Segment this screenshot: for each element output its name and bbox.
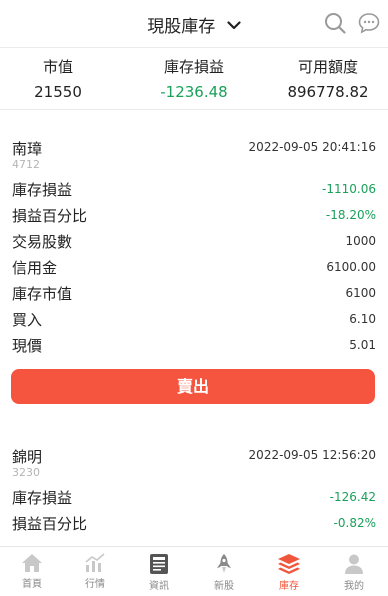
summary-value: -1236.48 [160, 83, 228, 101]
holding-row: 損益百分比 -18.20% [0, 202, 388, 228]
holding-row: 庫存損益 -1110.06 [0, 176, 388, 202]
holding-header: 錦明 3230 2022-09-05 12:56:20 [0, 446, 388, 484]
holding-row: 庫存市值 6100 [0, 280, 388, 306]
trade-time: 2022-09-05 20:41:16 [248, 140, 376, 154]
news-icon [150, 554, 168, 574]
tab-label: 新股 [214, 581, 234, 592]
chart-icon [85, 553, 105, 572]
row-value: -18.20% [325, 208, 376, 222]
holding-card: 錦明 3230 2022-09-05 12:56:20 庫存損益 -126.42… [0, 446, 388, 536]
user-icon [345, 554, 363, 574]
row-value: 6100 [345, 286, 376, 300]
row-label: 信用金 [12, 259, 58, 277]
row-value: 5.01 [349, 338, 376, 352]
tab-ipo[interactable]: 新股 [193, 547, 255, 596]
tab-label: 庫存 [279, 581, 299, 592]
stock-name: 南璋 [12, 140, 43, 158]
layers-icon [278, 554, 300, 574]
holding-card: 南璋 4712 2022-09-05 20:41:16 庫存損益 -1110.0… [0, 138, 388, 358]
row-label: 損益百分比 [12, 515, 88, 533]
trade-time: 2022-09-05 12:56:20 [248, 448, 376, 462]
holding-row: 損益百分比 -0.82% [0, 510, 388, 536]
sell-button[interactable]: 賣出 [11, 369, 375, 404]
holding-row: 庫存損益 -126.42 [0, 484, 388, 510]
summary-value: 896778.82 [287, 83, 369, 101]
holding-header: 南璋 4712 2022-09-05 20:41:16 [0, 138, 388, 176]
row-value: 6100.00 [326, 260, 376, 274]
tab-label: 行情 [85, 579, 105, 590]
rocket-icon [217, 554, 231, 573]
message-icon[interactable] [358, 12, 380, 34]
bottom-tab-bar: 首頁 行情 資訊 新股 庫存 我的 [0, 546, 388, 596]
row-value: 1000 [345, 234, 376, 248]
stock-code: 4712 [12, 158, 40, 171]
row-label: 交易股數 [12, 233, 73, 251]
chevron-down-icon [227, 21, 241, 30]
summary-value: 21550 [34, 83, 82, 101]
row-label: 庫存損益 [12, 489, 73, 507]
home-icon [22, 554, 42, 572]
summary-inventory-pl: 庫存損益 -1236.48 [129, 48, 259, 101]
summary-market-value: 市值 21550 [0, 48, 123, 101]
stock-code: 3230 [12, 466, 40, 479]
row-value: 6.10 [349, 312, 376, 326]
holding-row: 信用金 6100.00 [0, 254, 388, 280]
row-label: 庫存損益 [12, 181, 73, 199]
account-summary: 市值 21550 庫存損益 -1236.48 可用額度 896778.82 [0, 48, 388, 110]
tab-profile[interactable]: 我的 [323, 547, 385, 596]
holding-row: 交易股數 1000 [0, 228, 388, 254]
summary-label: 可用額度 [297, 58, 358, 76]
row-label: 庫存市值 [12, 285, 73, 303]
tab-label: 首頁 [22, 579, 42, 590]
tab-market[interactable]: 行情 [64, 547, 126, 596]
row-label: 損益百分比 [12, 207, 88, 225]
tab-label: 資訊 [149, 581, 169, 592]
holding-row: 買入 6.10 [0, 306, 388, 332]
page-title: 現股庫存 [147, 17, 216, 37]
summary-label: 庫存損益 [163, 58, 224, 76]
tab-inventory[interactable]: 庫存 [258, 547, 320, 596]
row-label: 現價 [12, 337, 43, 355]
row-label: 買入 [12, 311, 43, 329]
search-icon[interactable] [324, 12, 346, 34]
row-value: -0.82% [333, 516, 376, 530]
row-value: -1110.06 [322, 182, 376, 196]
row-value: -126.42 [329, 490, 376, 504]
tab-home[interactable]: 首頁 [1, 547, 63, 596]
stock-name: 錦明 [12, 448, 43, 466]
tab-label: 我的 [344, 581, 364, 592]
summary-label: 市值 [42, 58, 73, 76]
tab-news[interactable]: 資訊 [128, 547, 190, 596]
summary-available-credit: 可用額度 896778.82 [263, 48, 388, 101]
holding-row: 現價 5.01 [0, 332, 388, 358]
top-bar: 現股庫存 [0, 0, 388, 48]
